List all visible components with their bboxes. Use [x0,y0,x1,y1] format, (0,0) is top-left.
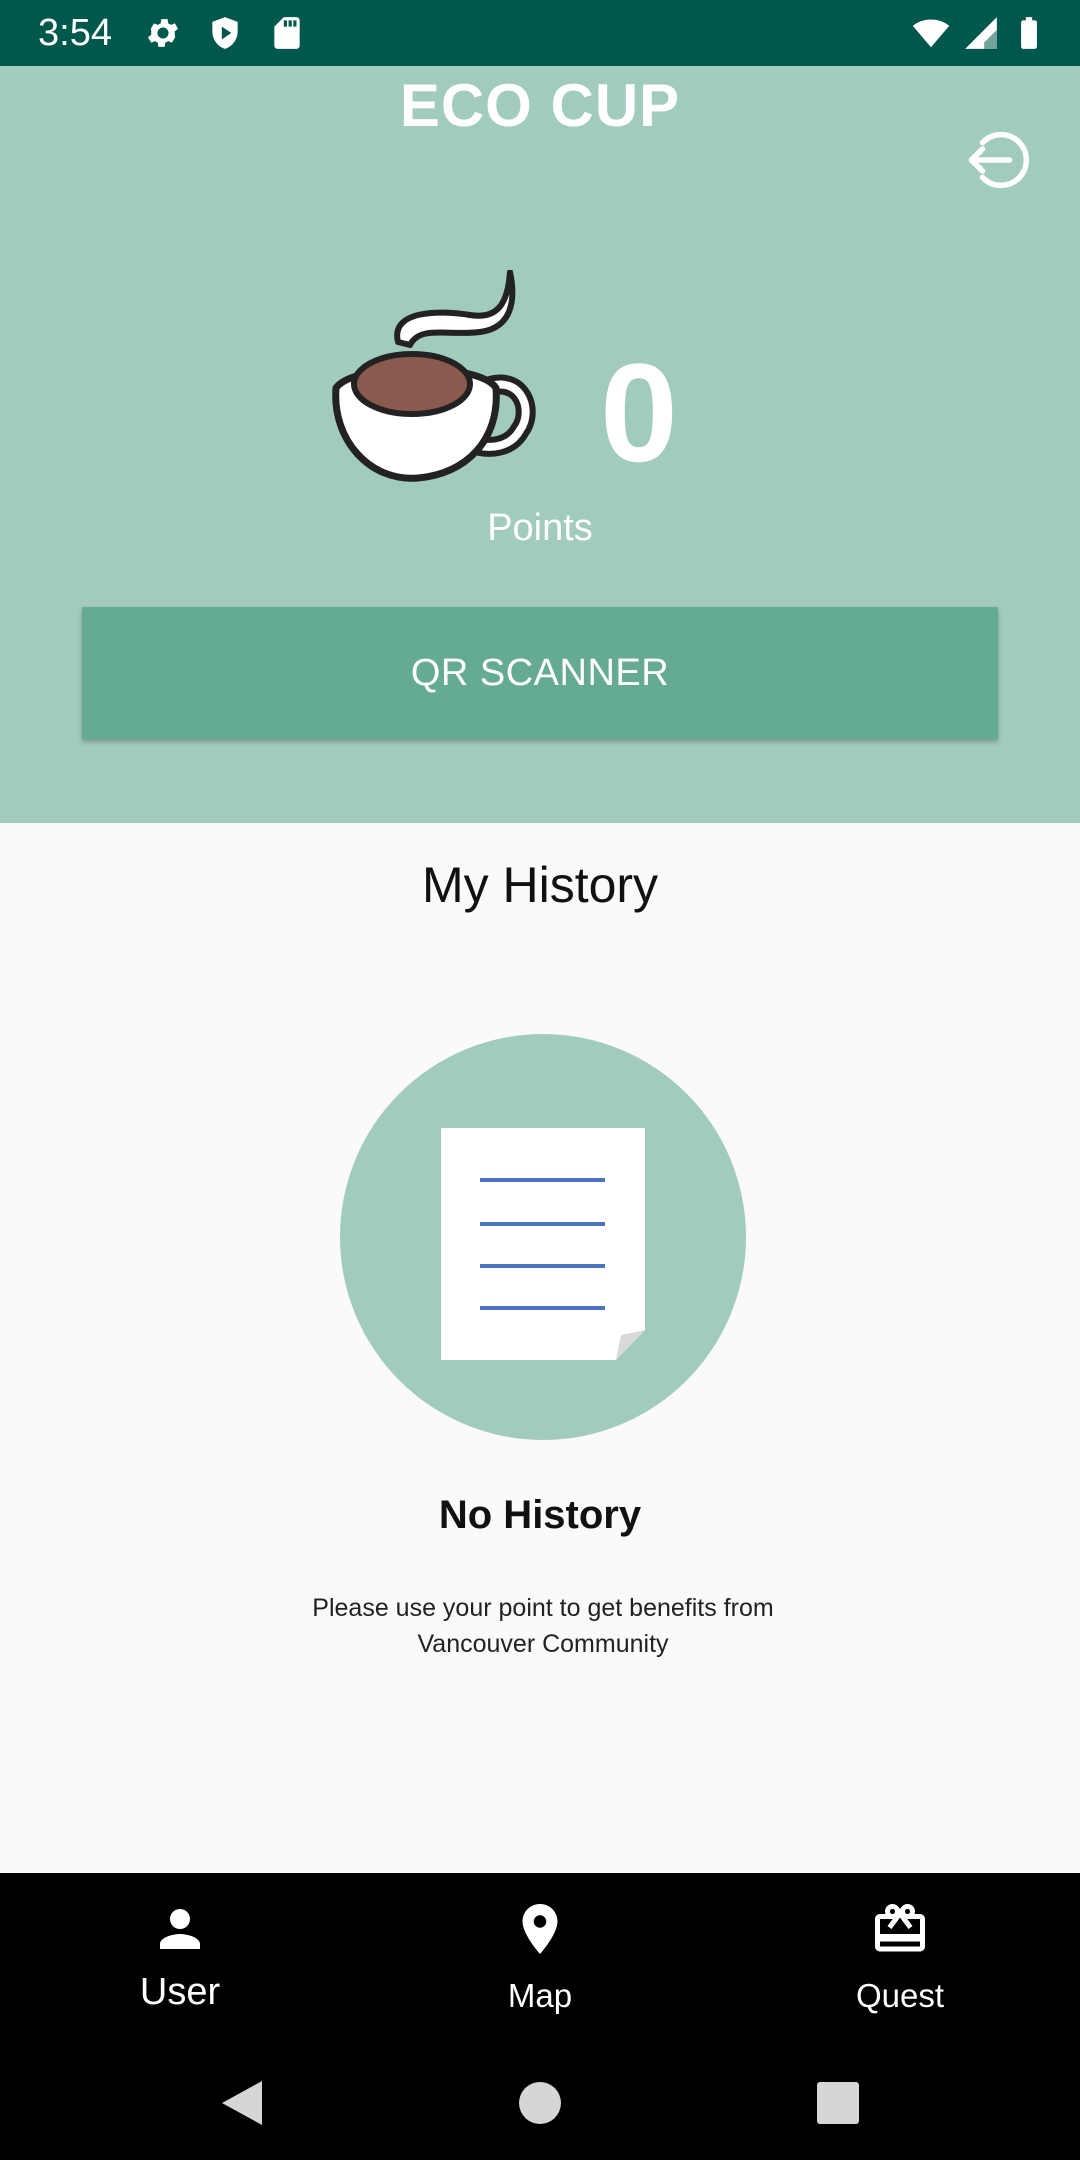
sd-card-icon [274,17,300,49]
nav-item-quest[interactable]: Quest [720,1873,1080,2049]
wifi-icon [912,19,950,48]
nav-item-user[interactable]: User [0,1873,360,2049]
shield-icon [212,17,238,49]
nav-label-map: Map [507,1977,573,2014]
status-time: 3:54 [38,12,112,54]
app-title: ECO CUP [399,72,681,139]
location-pin-icon [522,1904,558,1954]
coffee-cup-icon [332,270,536,482]
empty-history-illustration [340,1034,746,1440]
bottom-navigation: User Map Quest [0,1873,1080,2049]
points-label: Points [487,507,593,549]
person-icon [160,1909,200,1949]
system-navigation-bar [0,2049,1080,2160]
status-bar: 3:54 [0,0,1080,66]
gear-icon [147,19,179,47]
home-icon[interactable] [508,2071,572,2135]
qr-scanner-button[interactable]: QR SCANNER [82,607,998,739]
battery-icon [1021,17,1037,49]
history-title: My History [421,857,659,913]
nav-label-quest: Quest [855,1977,945,2014]
points-value: 0 [600,334,678,491]
nav-item-map[interactable]: Map [360,1873,720,2049]
gift-card-icon [875,1904,925,1952]
no-history-title: No History [438,1493,642,1537]
no-history-description: Please use your point to get benefits fr… [312,1594,774,1658]
back-icon[interactable] [208,2071,272,2135]
signal-icon [965,17,997,49]
logout-icon[interactable] [962,122,1038,198]
recents-icon[interactable] [806,2071,870,2135]
nav-label-user: User [139,1971,221,2013]
